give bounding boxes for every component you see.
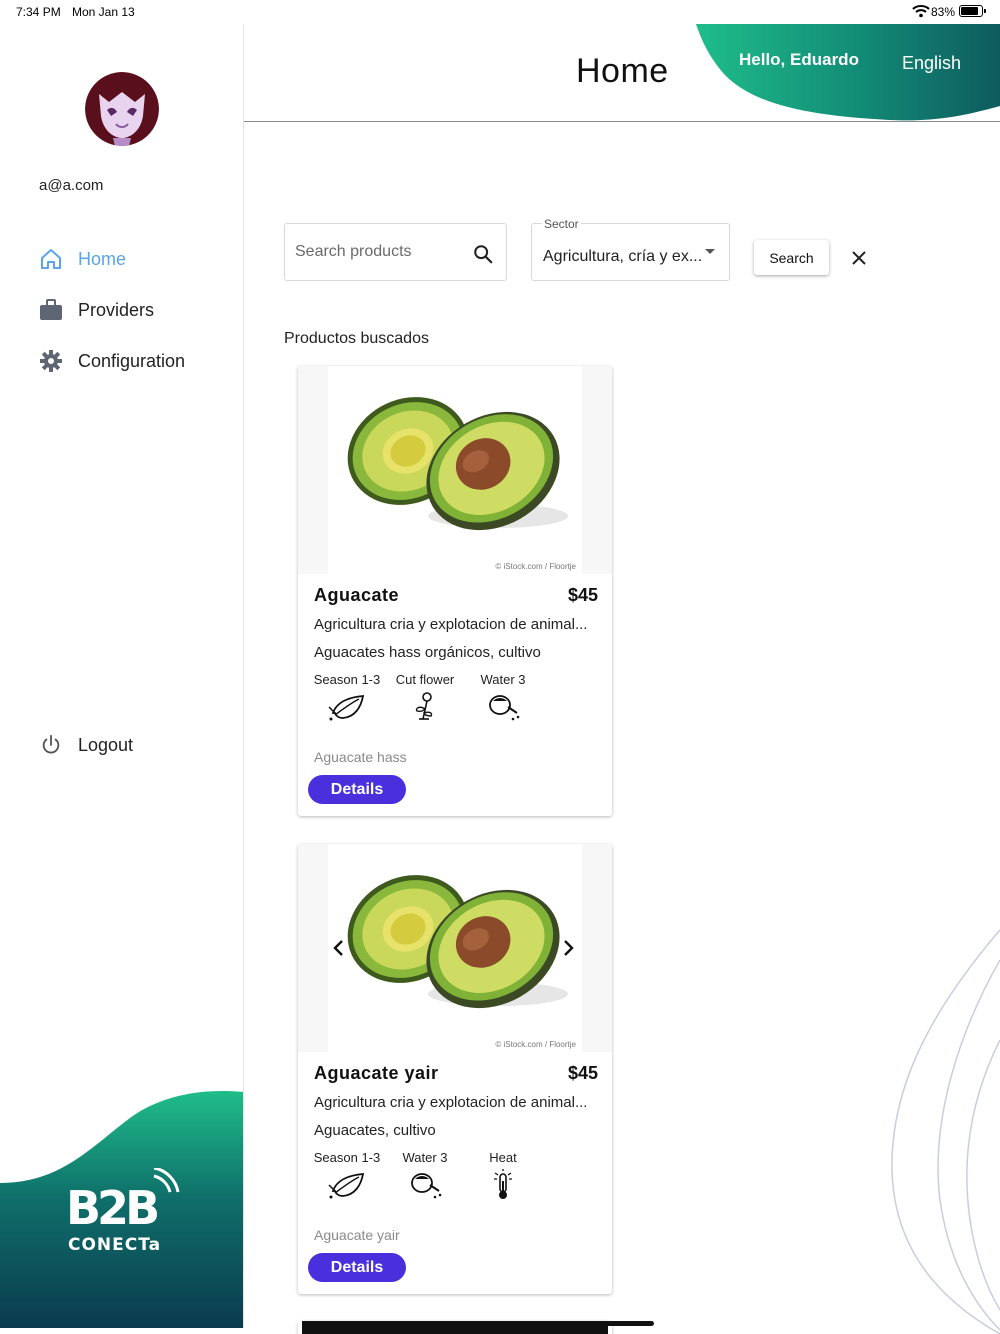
leaf-icon bbox=[327, 691, 367, 723]
sidebar-item-home[interactable]: Home bbox=[38, 244, 126, 274]
logout-label: Logout bbox=[78, 734, 134, 755]
image-credit: © iStock.com / Floortje bbox=[495, 1040, 576, 1049]
search-button[interactable]: Search bbox=[754, 240, 829, 275]
details-button[interactable]: Details bbox=[308, 775, 406, 804]
product-attribute: Water 3 bbox=[385, 1150, 465, 1201]
status-time: 7:34 PM bbox=[16, 5, 61, 19]
gear-icon bbox=[38, 348, 64, 374]
app-header: Home Hello, Eduardo English bbox=[244, 24, 1000, 122]
sidebar-item-label: Configuration bbox=[78, 350, 186, 371]
background-line-decoration bbox=[891, 929, 1000, 1334]
chevron-down-icon bbox=[705, 249, 715, 254]
avatar-image bbox=[85, 72, 159, 146]
briefcase-icon bbox=[38, 297, 64, 323]
sidebar-item-providers[interactable]: Providers bbox=[38, 295, 154, 325]
product-attribute: Cut flower bbox=[385, 672, 465, 723]
chevron-right-icon[interactable] bbox=[560, 938, 576, 958]
search-input[interactable] bbox=[295, 238, 465, 266]
product-keywords: Aguacates hass orgánicos, cultivo bbox=[314, 644, 541, 661]
product-keywords: Aguacates, cultivo bbox=[314, 1122, 436, 1139]
product-card: © iStock.com / Floortje Aguacate $45 Agr… bbox=[298, 366, 612, 816]
watering-can-icon bbox=[483, 691, 523, 723]
attribute-label: Season 1-3 bbox=[313, 672, 381, 687]
product-sector: Agricultura cria y explotacion de animal… bbox=[314, 616, 588, 633]
sector-label: Sector bbox=[542, 217, 581, 231]
product-name: Aguacate bbox=[314, 585, 400, 605]
wifi-icon bbox=[912, 5, 930, 18]
language-selector[interactable]: English bbox=[902, 53, 961, 74]
product-variety: Aguacate yair bbox=[314, 1227, 400, 1243]
user-email: a@a.com bbox=[39, 177, 104, 194]
b2b-conecta-logo: B2B CONECTa bbox=[66, 1168, 180, 1255]
sidebar: a@a.com Home Providers Configuration Log… bbox=[0, 24, 244, 1328]
avocado-image bbox=[328, 366, 582, 574]
product-attribute: Season 1-3 bbox=[307, 1150, 387, 1201]
product-attribute: Water 3 bbox=[463, 672, 543, 723]
svg-text:B2B: B2B bbox=[66, 1181, 157, 1235]
details-button[interactable]: Details bbox=[308, 1253, 406, 1282]
product-name: Aguacate yair bbox=[314, 1063, 439, 1083]
attribute-label: Heat bbox=[489, 1150, 517, 1165]
product-card: © iStock.com / Floortje Aguacate yair $4… bbox=[298, 844, 612, 1294]
home-indicator[interactable] bbox=[346, 1321, 654, 1326]
search-field bbox=[284, 223, 507, 281]
sidebar-item-label: Providers bbox=[78, 299, 155, 320]
thermometer-icon bbox=[483, 1169, 523, 1201]
flower-icon bbox=[405, 691, 445, 723]
logout-button[interactable]: Logout bbox=[38, 730, 133, 760]
page-title: Home bbox=[576, 52, 669, 90]
user-greeting: Hello, Eduardo bbox=[739, 50, 859, 69]
close-icon[interactable] bbox=[849, 248, 869, 268]
attribute-label: Water 3 bbox=[480, 672, 526, 687]
status-bar: 7:34 PM Mon Jan 13 83% bbox=[0, 0, 1000, 24]
watering-can-icon bbox=[405, 1169, 445, 1201]
product-variety: Aguacate hass bbox=[314, 749, 407, 765]
image-credit: © iStock.com / Floortje bbox=[495, 562, 576, 571]
product-attribute: Heat bbox=[463, 1150, 543, 1201]
svg-text:CONECTa: CONECTa bbox=[68, 1235, 161, 1255]
product-price: $45 bbox=[567, 1063, 598, 1083]
battery-icon bbox=[959, 5, 986, 17]
sidebar-item-configuration[interactable]: Configuration bbox=[38, 346, 185, 376]
product-sector: Agricultura cria y explotacion de animal… bbox=[314, 1094, 588, 1111]
status-date: Mon Jan 13 bbox=[72, 5, 135, 19]
product-price: $45 bbox=[567, 585, 598, 605]
power-icon bbox=[38, 732, 64, 758]
search-icon[interactable] bbox=[472, 243, 494, 265]
product-image-carousel: © iStock.com / Floortje bbox=[298, 844, 612, 1052]
sector-select[interactable]: Sector Agricultura, cría y ex... bbox=[531, 217, 730, 281]
product-attribute: Season 1-3 bbox=[307, 672, 387, 723]
sector-value: Agricultura, cría y ex... bbox=[543, 248, 703, 265]
home-icon bbox=[38, 246, 64, 272]
attribute-label: Cut flower bbox=[395, 672, 455, 687]
attribute-label: Water 3 bbox=[402, 1150, 448, 1165]
product-image: © iStock.com / Floortje bbox=[298, 366, 612, 574]
sidebar-item-label: Home bbox=[78, 248, 127, 269]
results-title: Productos buscados bbox=[284, 330, 429, 347]
avocado-image bbox=[328, 844, 582, 1052]
avatar[interactable] bbox=[85, 72, 159, 146]
chevron-left-icon[interactable] bbox=[331, 938, 347, 958]
leaf-icon bbox=[327, 1169, 367, 1201]
attribute-label: Season 1-3 bbox=[313, 1150, 381, 1165]
battery-percent: 83% bbox=[931, 5, 956, 19]
